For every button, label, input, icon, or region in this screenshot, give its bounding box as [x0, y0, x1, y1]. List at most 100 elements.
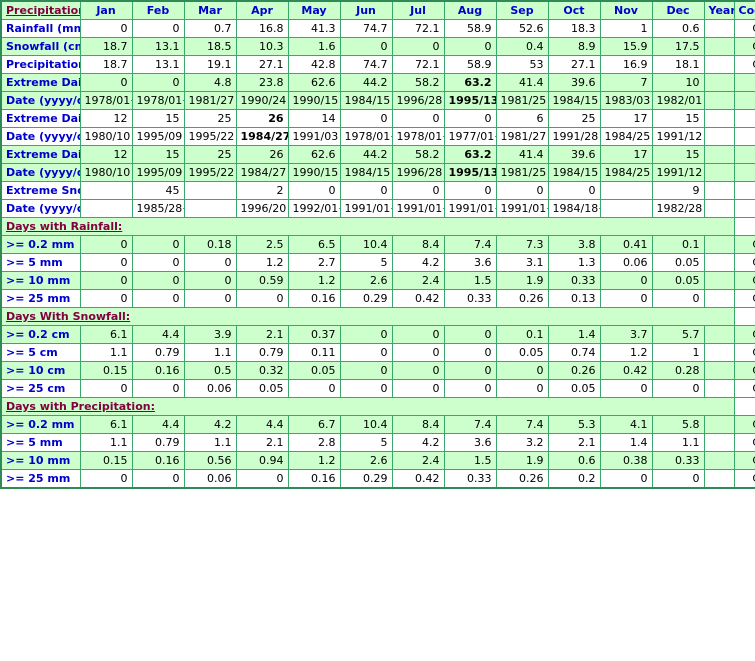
cell-snow-ge-25-cm-jun: 0: [339, 379, 393, 398]
cell-snow-ge-0-2-cm-mar: 3.9: [183, 325, 237, 344]
cell-extreme-daily-rainfall-mm-may: 62.6: [287, 73, 341, 92]
cell-rain-ge-25-mm-jan: 0: [79, 289, 133, 308]
cell-rain-ge-10-mm-apr: 0.59: [235, 271, 289, 290]
cell-precip-ge-0-2-mm-apr: 4.4: [235, 415, 289, 434]
cell-snowfall-cm-may: 1.6: [287, 37, 341, 56]
cell-rainfall-mm-jan: 0: [79, 19, 133, 38]
header-month-jul: Jul: [391, 0, 445, 20]
cell-precip-ge-5-mm-jun: 5: [339, 433, 393, 452]
cell-extreme-snow-depth-date-aug: 1991/01+: [443, 199, 497, 218]
cell-precip-ge-0-2-mm-year: [703, 415, 735, 434]
cell-extreme-daily-snowfall-cm-jul: 0: [391, 109, 445, 128]
cell-snow-ge-0-2-cm-nov: 3.7: [599, 325, 653, 344]
cell-snow-ge-0-2-cm-feb: 4.4: [131, 325, 185, 344]
cell-extreme-daily-rainfall-mm-mar: 4.8: [183, 73, 237, 92]
cell-extreme-daily-precipitation-date-aug: 1995/13: [443, 163, 497, 182]
cell-extreme-daily-precipitation-date-dec: 1991/12: [651, 163, 705, 182]
cell-extreme-snow-depth-cm-aug: 0: [443, 181, 497, 200]
cell-extreme-daily-rainfall-mm-year: [703, 73, 735, 92]
cell-rain-ge-5-mm-code: C: [733, 253, 755, 272]
cell-extreme-snow-depth-cm-jun: 0: [339, 181, 393, 200]
cell-precipitation-mm-sep: 53: [495, 55, 549, 74]
cell-extreme-daily-rainfall-mm-apr: 23.8: [235, 73, 289, 92]
cell-precip-ge-5-mm-dec: 1.1: [651, 433, 705, 452]
cell-snowfall-cm-sep: 0.4: [495, 37, 549, 56]
cell-extreme-daily-rainfall-date-sep: 1981/25: [495, 91, 549, 110]
cell-rainfall-mm-code: C: [733, 19, 755, 38]
cell-extreme-daily-rainfall-mm-nov: 7: [599, 73, 653, 92]
cell-rain-ge-10-mm-year: [703, 271, 735, 290]
cell-extreme-daily-precipitation-date-apr: 1984/27: [235, 163, 289, 182]
cell-snow-ge-5-cm-code: C: [733, 343, 755, 362]
cell-precip-ge-25-mm-year: [703, 469, 735, 489]
cell-snow-ge-25-cm-jul: 0: [391, 379, 445, 398]
cell-snow-ge-0-2-cm-may: 0.37: [287, 325, 341, 344]
row-label-rain-ge-5-mm: >= 5 mm: [0, 253, 81, 272]
cell-rain-ge-25-mm-aug: 0.33: [443, 289, 497, 308]
cell-precip-ge-25-mm-oct: 0.2: [547, 469, 601, 489]
cell-precip-ge-10-mm-jul: 2.4: [391, 451, 445, 470]
cell-precip-ge-25-mm-feb: 0: [131, 469, 185, 489]
cell-snow-ge-25-cm-dec: 0: [651, 379, 705, 398]
cell-rain-ge-10-mm-aug: 1.5: [443, 271, 497, 290]
cell-snow-ge-10-cm-apr: 0.32: [235, 361, 289, 380]
cell-precip-ge-25-mm-jun: 0.29: [339, 469, 393, 489]
cell-rain-ge-0-2-mm-year: [703, 235, 735, 254]
row-label-rainfall-mm: Rainfall (mm): [0, 19, 81, 38]
cell-precipitation-mm-may: 42.8: [287, 55, 341, 74]
cell-precipitation-mm-apr: 27.1: [235, 55, 289, 74]
cell-rain-ge-5-mm-sep: 3.1: [495, 253, 549, 272]
cell-snow-ge-5-cm-jun: 0: [339, 343, 393, 362]
cell-extreme-daily-snowfall-date-feb: 1995/09: [131, 127, 185, 146]
table-row: >= 0.2 mm 6.1 4.4 4.2 4.4 6.7 10.4 8.4 7.4 7.4 5.3…: [0, 415, 755, 434]
cell-snow-ge-25-cm-apr: 0.05: [235, 379, 289, 398]
header-year: Year: [703, 0, 735, 20]
row-label-precip-ge-0-2-mm: >= 0.2 mm: [0, 415, 81, 434]
cell-extreme-daily-rainfall-mm-feb: 0: [131, 73, 185, 92]
cell-snow-ge-10-cm-nov: 0.42: [599, 361, 653, 380]
cell-rain-ge-0-2-mm-aug: 7.4: [443, 235, 497, 254]
cell-extreme-snow-depth-date-sep: 1991/01+: [495, 199, 549, 218]
cell-extreme-daily-snowfall-date-dec: 1991/12: [651, 127, 705, 146]
cell-precipitation-mm-jun: 74.7: [339, 55, 393, 74]
cell-rain-ge-25-mm-jul: 0.42: [391, 289, 445, 308]
cell-rain-ge-10-mm-may: 1.2: [287, 271, 341, 290]
cell-snow-ge-0-2-cm-dec: 5.7: [651, 325, 705, 344]
cell-extreme-daily-rainfall-mm-code: [733, 73, 755, 92]
cell-extreme-snow-depth-cm-code: [733, 181, 755, 200]
cell-extreme-daily-snowfall-date-jul: 1978/01+: [391, 127, 445, 146]
cell-extreme-snow-depth-cm-dec: 9: [651, 181, 705, 200]
cell-snow-ge-0-2-cm-jun: 0: [339, 325, 393, 344]
cell-snow-ge-0-2-cm-jul: 0: [391, 325, 445, 344]
cell-rain-ge-5-mm-nov: 0.06: [599, 253, 653, 272]
cell-extreme-daily-snowfall-cm-sep: 6: [495, 109, 549, 128]
cell-snow-ge-10-cm-dec: 0.28: [651, 361, 705, 380]
table-row: Date (yyyy/dd)1985/28+1996/201992/01+199…: [0, 199, 755, 218]
header-month-feb: Feb: [131, 0, 185, 20]
cell-extreme-daily-rainfall-date-apr: 1990/24: [235, 91, 289, 110]
cell-rain-ge-10-mm-nov: 0: [599, 271, 653, 290]
section-header-days-with-precipitation: Days with Precipitation:: [0, 397, 755, 416]
cell-extreme-snow-depth-cm-feb: 45: [131, 181, 185, 200]
row-label-precip-ge-25-mm: >= 25 mm: [0, 469, 81, 489]
cell-extreme-daily-snowfall-date-jun: 1978/01+: [339, 127, 393, 146]
cell-extreme-daily-precipitation-date-nov: 1984/25: [599, 163, 653, 182]
cell-rain-ge-5-mm-year: [703, 253, 735, 272]
cell-snow-ge-5-cm-aug: 0: [443, 343, 497, 362]
cell-extreme-daily-precipitation-date-may: 1990/15: [287, 163, 341, 182]
cell-extreme-snow-depth-date-jan: [79, 199, 133, 218]
cell-extreme-snow-depth-date-mar: [183, 199, 237, 218]
cell-rain-ge-5-mm-apr: 1.2: [235, 253, 289, 272]
cell-snow-ge-5-cm-may: 0.11: [287, 343, 341, 362]
cell-rain-ge-25-mm-sep: 0.26: [495, 289, 549, 308]
cell-extreme-daily-snowfall-cm-dec: 15: [651, 109, 705, 128]
cell-precipitation-mm-feb: 13.1: [131, 55, 185, 74]
cell-rain-ge-0-2-mm-sep: 7.3: [495, 235, 549, 254]
cell-extreme-snow-depth-cm-oct: 0: [547, 181, 601, 200]
cell-rain-ge-10-mm-sep: 1.9: [495, 271, 549, 290]
row-label-precip-ge-10-mm: >= 10 mm: [0, 451, 81, 470]
cell-snow-ge-25-cm-may: 0: [287, 379, 341, 398]
cell-rain-ge-0-2-mm-code: C: [733, 235, 755, 254]
header-month-dec: Dec: [651, 0, 705, 20]
cell-rain-ge-0-2-mm-nov: 0.41: [599, 235, 653, 254]
